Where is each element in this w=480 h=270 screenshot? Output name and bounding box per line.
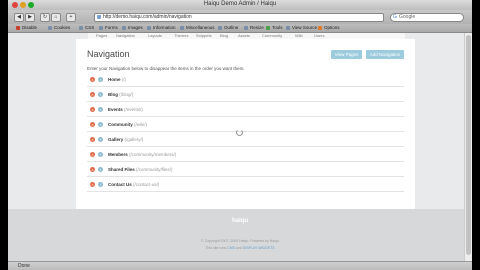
bookmark-item[interactable]: CSS: [79, 25, 94, 31]
forward-button[interactable]: ▶: [25, 13, 35, 22]
favicon-icon: [97, 15, 101, 19]
bookmark-item[interactable]: Outline: [218, 25, 238, 31]
page-footer: haiqu © Copyright 2007–2009 Haiqu. Power…: [8, 209, 472, 261]
vertical-scrollbar[interactable]: [464, 33, 472, 261]
delete-icon[interactable]: ×: [90, 107, 95, 112]
navigation-panel: Navigation View Pages Add Navigation Ent…: [76, 39, 415, 209]
bookmark-item[interactable]: Disable: [16, 25, 37, 31]
address-bar[interactable]: http://demo.haiqu.com/admin/navigation: [94, 13, 384, 22]
bookmark-item[interactable]: Cookies: [48, 25, 70, 31]
nav-item-name: Home: [108, 77, 121, 82]
delete-icon[interactable]: ×: [90, 137, 95, 142]
bookmark-item[interactable]: Resize: [244, 25, 264, 31]
bookmark-icon: [48, 25, 52, 30]
nav-item-row[interactable]: × ↕ Contact Us (/contact-us/): [87, 179, 404, 192]
nav-item-path: (/contact-us/): [133, 182, 160, 187]
bookmark-item[interactable]: Options: [318, 25, 340, 31]
bookmark-icon: [244, 25, 248, 30]
bookmark-icon: [180, 25, 184, 30]
delete-icon[interactable]: ×: [90, 182, 95, 187]
nav-item-name: Members: [108, 152, 128, 157]
nav-item-path: (/community/files/): [136, 167, 173, 172]
search-engine-icon: G: [393, 14, 397, 20]
status-text: Done: [18, 263, 30, 269]
bookmark-icon: [218, 25, 222, 30]
bookmark-icon: [147, 25, 151, 30]
browser-window: Haiqu Demo Admin / Haiqu ◀ ▶ ↻ ⌂ + http:…: [8, 0, 472, 270]
nav-item-row[interactable]: × ↕ Home (/): [87, 74, 404, 87]
window-title: Haiqu Demo Admin / Haiqu: [203, 1, 277, 7]
drag-handle-icon[interactable]: ↕: [98, 77, 103, 82]
drag-handle-icon[interactable]: ↕: [98, 122, 103, 127]
browser-toolbar: ◀ ▶ ↻ ⌂ + http://demo.haiqu.com/admin/na…: [8, 10, 472, 24]
bookmark-item[interactable]: Images: [122, 25, 143, 31]
bookmark-icon: [266, 25, 270, 30]
delete-icon[interactable]: ×: [90, 92, 95, 97]
nav-item-name: Gallery: [108, 137, 124, 142]
bookmarks-bar: Disable Cookies CSS Forms Images Informa…: [8, 24, 472, 33]
delete-icon[interactable]: ×: [90, 152, 95, 157]
search-placeholder: Google: [399, 14, 416, 20]
view-pages-button[interactable]: View Pages: [331, 50, 362, 59]
footer-logo: haiqu: [232, 218, 248, 224]
bookmark-icon: [79, 25, 83, 30]
page-content: Pages Navigation Layouts Themes Snippets…: [8, 33, 472, 261]
drag-handle-icon[interactable]: ↕: [98, 152, 103, 157]
bookmark-icon: [318, 25, 322, 30]
address-url: http://demo.haiqu.com/admin/navigation: [103, 14, 192, 20]
footer-link[interactable]: CMS: [227, 246, 235, 250]
nav-item-row[interactable]: × ↕ Events (/events/): [87, 104, 404, 117]
bookmark-icon: [122, 25, 126, 30]
bookmark-icon: [286, 25, 290, 30]
bookmark-icon: [16, 25, 20, 30]
nav-item-row[interactable]: × ↕ Shared Files (/community/files/): [87, 164, 404, 177]
nav-item-path: (/blog/): [119, 92, 134, 97]
nav-item-path: (/events/): [124, 107, 143, 112]
reload-button[interactable]: ↻: [40, 13, 50, 22]
nav-item-row[interactable]: × ↕ Gallery (/gallery/): [87, 134, 404, 147]
drag-handle-icon[interactable]: ↕: [98, 137, 103, 142]
footer-credits: This site runs CMS and DISPLAY WIDGETS: [205, 246, 275, 250]
page-title: Navigation: [87, 49, 130, 59]
nav-item-row[interactable]: × ↕ Community (/wiki/): [87, 119, 404, 132]
delete-icon[interactable]: ×: [90, 122, 95, 127]
search-field[interactable]: G Google: [390, 13, 464, 22]
nav-item-path: (/community/members/): [129, 152, 177, 157]
drag-handle-icon[interactable]: ↕: [98, 167, 103, 172]
bookmark-icon: [99, 25, 103, 30]
nav-item-path: (/gallery/): [124, 137, 144, 142]
instructions-text: Enter your Navigation below to disappear…: [87, 66, 245, 71]
nav-item-path: (/): [121, 77, 127, 82]
delete-icon[interactable]: ×: [90, 77, 95, 82]
bookmark-item[interactable]: Forms: [99, 25, 118, 31]
footer-copyright: © Copyright 2007–2009 Haiqu. Powered by …: [201, 239, 279, 243]
bookmark-item[interactable]: View Source: [286, 25, 317, 31]
delete-icon[interactable]: ×: [90, 167, 95, 172]
nav-item-name: Events: [108, 107, 123, 112]
nav-item-name: Community: [108, 122, 133, 127]
nav-item-name: Contact Us: [108, 182, 132, 187]
add-navigation-button[interactable]: Add Navigation: [366, 50, 404, 59]
nav-item-row[interactable]: × ↕ Blog (/blog/): [87, 89, 404, 102]
bookmark-item[interactable]: Miscellaneous: [180, 25, 215, 31]
drag-handle-icon[interactable]: ↕: [98, 107, 103, 112]
title-bar: Haiqu Demo Admin / Haiqu: [8, 0, 472, 10]
bookmark-item[interactable]: Information: [147, 25, 176, 31]
footer-link[interactable]: DISPLAY WIDGETS: [243, 246, 275, 250]
bookmark-add-button[interactable]: +: [66, 13, 76, 22]
drag-handle-icon[interactable]: ↕: [98, 92, 103, 97]
back-button[interactable]: ◀: [14, 13, 24, 22]
bookmark-item[interactable]: Tools: [266, 25, 283, 31]
scrollbar-thumb[interactable]: [466, 35, 471, 255]
nav-item-path: (/wiki/): [134, 122, 148, 127]
nav-item-name: Shared Files: [108, 167, 135, 172]
nav-item-row[interactable]: × ↕ Members (/community/members/): [87, 149, 404, 162]
home-button[interactable]: ⌂: [51, 13, 61, 22]
drag-handle-icon[interactable]: ↕: [98, 182, 103, 187]
loading-spinner-icon: [236, 129, 243, 136]
nav-item-name: Blog: [108, 92, 118, 97]
status-bar: Done: [8, 261, 472, 270]
